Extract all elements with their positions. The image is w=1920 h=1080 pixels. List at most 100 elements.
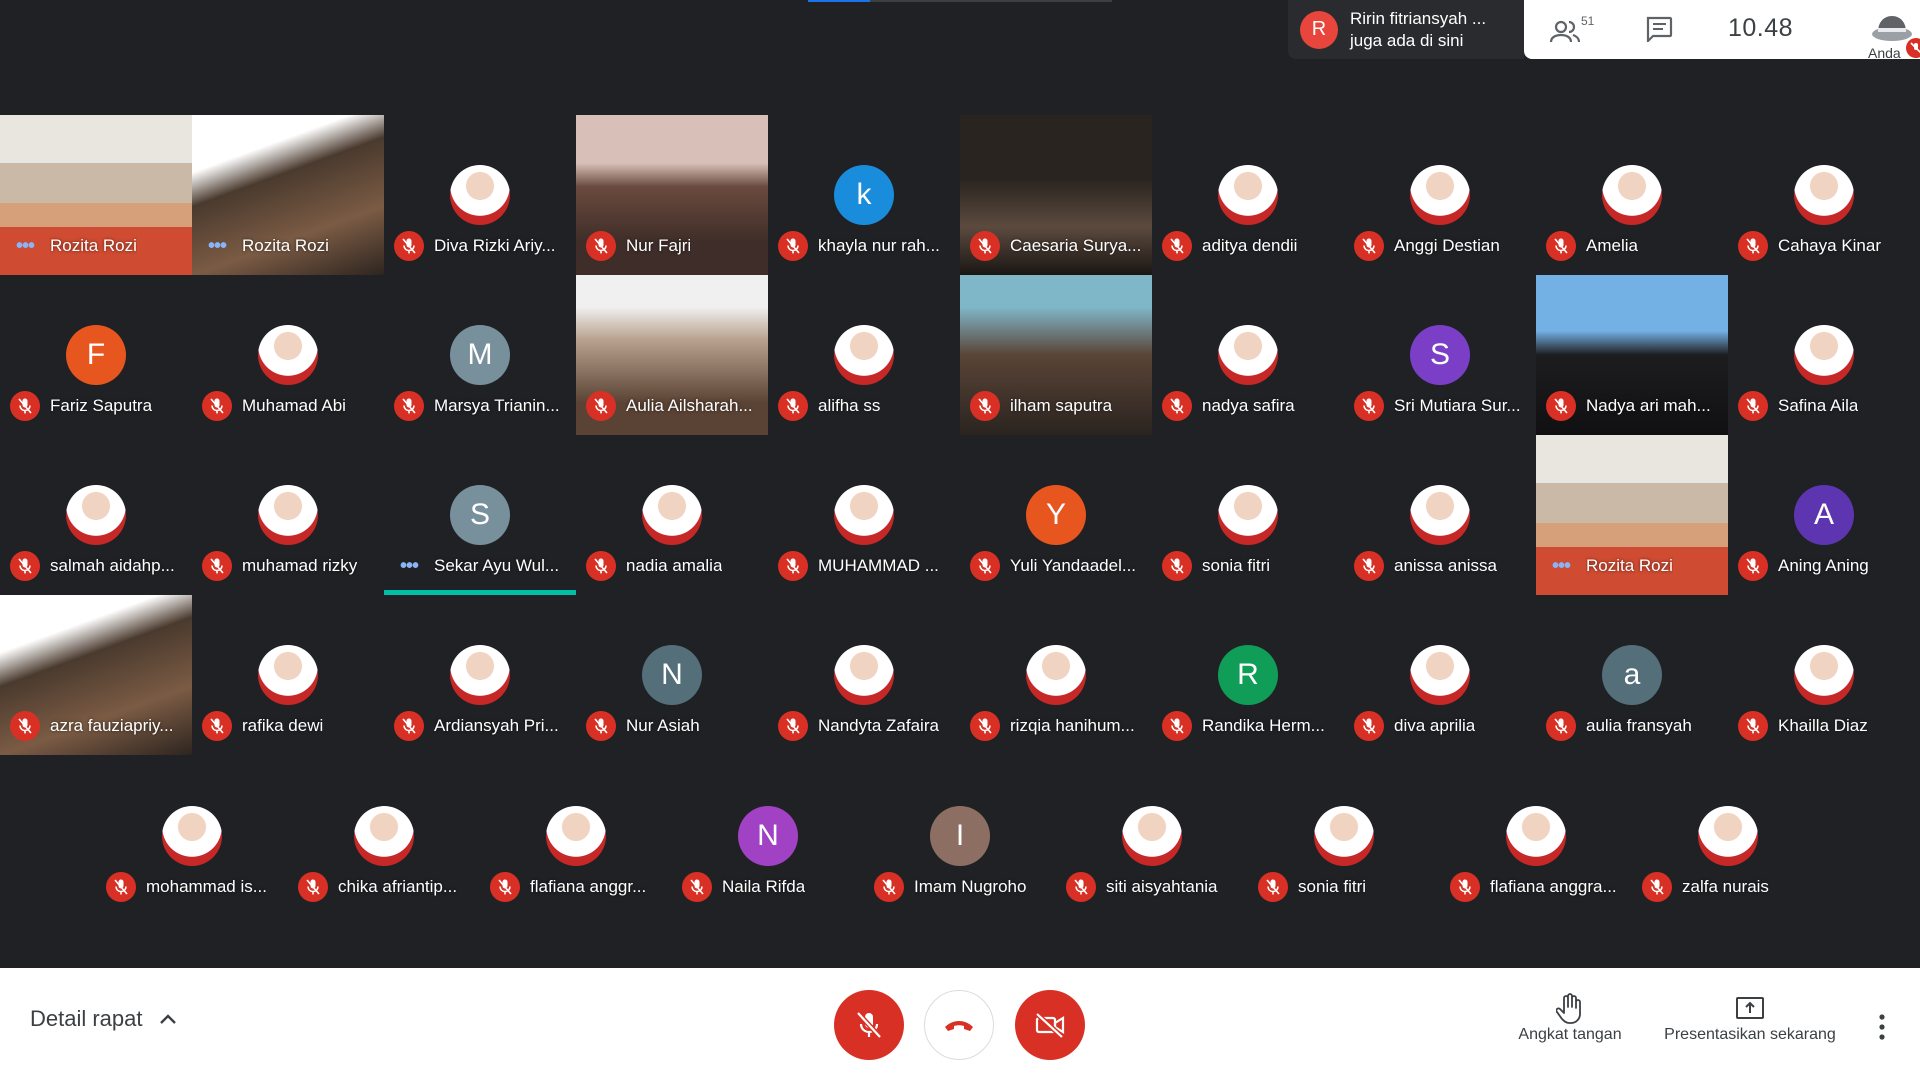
participant-tile[interactable]: k khayla nur rah... xyxy=(768,115,960,275)
mic-muted-icon xyxy=(1354,551,1384,581)
participant-tile[interactable]: MUHAMMAD ... xyxy=(768,435,960,595)
participant-tile[interactable]: nadia amalia xyxy=(576,435,768,595)
mic-off-icon xyxy=(856,1011,882,1039)
participant-tile[interactable]: anissa anissa xyxy=(1344,435,1536,595)
mic-muted-icon xyxy=(1546,711,1576,741)
participant-tile[interactable]: rizqia hanihum... xyxy=(960,595,1152,755)
present-now-label: Presentasikan sekarang xyxy=(1664,1026,1836,1043)
participant-name-tag: sonia fitri xyxy=(1258,872,1366,902)
mic-muted-icon xyxy=(394,391,424,421)
participant-name-tag: diva aprilia xyxy=(1354,711,1475,741)
camera-toggle-button[interactable] xyxy=(1015,990,1085,1060)
self-view[interactable]: Anda xyxy=(1860,6,1920,61)
participant-tile[interactable]: Anggi Destian xyxy=(1344,115,1536,275)
mic-muted-icon xyxy=(970,391,1000,421)
participant-name: zalfa nurais xyxy=(1682,877,1769,896)
join-notification[interactable]: R Ririn fitriansyah ... juga ada di sini xyxy=(1288,0,1524,59)
participant-name-tag: Khailla Diaz xyxy=(1738,711,1868,741)
participant-name-tag: Yuli Yandaadel... xyxy=(970,551,1136,581)
participant-name: Nur Fajri xyxy=(626,236,692,255)
participant-tile[interactable]: I Imam Nugroho xyxy=(864,756,1056,916)
participant-tile[interactable]: Nandyta Zafaira xyxy=(768,595,960,755)
participant-name: salmah aidahp... xyxy=(50,556,175,575)
participant-name-tag: Diva Rizki Ariy... xyxy=(394,231,556,261)
participant-name: Rozita Rozi xyxy=(1586,556,1673,575)
avatar-photo xyxy=(1794,645,1854,705)
present-now-button[interactable]: Presentasikan sekarang xyxy=(1658,990,1842,1044)
participant-tile[interactable]: Khailla Diaz xyxy=(1728,595,1920,755)
participant-tile[interactable]: azra fauziapriy... xyxy=(0,595,192,755)
participant-tile[interactable]: sonia fitri xyxy=(1248,756,1440,916)
participant-tile[interactable]: salmah aidahp... xyxy=(0,435,192,595)
participant-tile[interactable]: Aulia Ailsharah... xyxy=(576,275,768,435)
participant-name-tag: nadia amalia xyxy=(586,551,722,581)
mic-muted-icon xyxy=(1162,711,1192,741)
participant-tile[interactable]: ••• Rozita Rozi xyxy=(192,115,384,275)
participant-tile[interactable]: A Aning Aning xyxy=(1728,435,1920,595)
mic-muted-icon xyxy=(586,391,616,421)
participant-tile[interactable]: Nadya ari mah... xyxy=(1536,275,1728,435)
participant-tile[interactable]: R Randika Herm... xyxy=(1152,595,1344,755)
participant-tile[interactable]: S ••• Sekar Ayu Wul... xyxy=(384,435,576,595)
avatar-photo xyxy=(834,645,894,705)
mic-muted-icon xyxy=(1738,711,1768,741)
participant-tile[interactable]: chika afriantip... xyxy=(288,756,480,916)
participant-name-tag: Nadya ari mah... xyxy=(1546,391,1711,421)
participant-tile[interactable]: N Naila Rifda xyxy=(672,756,864,916)
avatar-photo xyxy=(66,485,126,545)
avatar-photo xyxy=(258,645,318,705)
participant-tile[interactable]: Nur Fajri xyxy=(576,115,768,275)
participant-tile[interactable]: Cahaya Kinar xyxy=(1728,115,1920,275)
participant-name-tag: Amelia xyxy=(1546,231,1638,261)
participant-tile[interactable]: zalfa nurais xyxy=(1632,756,1824,916)
participant-tile[interactable]: Ardiansyah Pri... xyxy=(384,595,576,755)
participant-tile[interactable]: alifha ss xyxy=(768,275,960,435)
participant-tile[interactable]: rafika dewi xyxy=(192,595,384,755)
participant-tile[interactable]: ••• Rozita Rozi xyxy=(1536,435,1728,595)
participant-tile[interactable]: ilham saputra xyxy=(960,275,1152,435)
participant-tile[interactable]: diva aprilia xyxy=(1344,595,1536,755)
participant-tile[interactable]: Amelia xyxy=(1536,115,1728,275)
participant-tile[interactable]: M Marsya Trianin... xyxy=(384,275,576,435)
participant-tile[interactable]: Caesaria Surya... xyxy=(960,115,1152,275)
participant-tile[interactable]: ••• Rozita Rozi xyxy=(0,115,192,275)
participant-tile[interactable]: Muhamad Abi xyxy=(192,275,384,435)
chat-button[interactable] xyxy=(1645,16,1675,44)
participant-tile[interactable]: S Sri Mutiara Sur... xyxy=(1344,275,1536,435)
mic-muted-icon xyxy=(586,551,616,581)
meeting-details-button[interactable]: Detail rapat xyxy=(30,1006,177,1032)
participant-tile[interactable]: nadya safira xyxy=(1152,275,1344,435)
mic-muted-icon xyxy=(394,231,424,261)
participant-tile[interactable]: muhamad rizky xyxy=(192,435,384,595)
avatar-initial: A xyxy=(1794,485,1854,545)
participant-tile[interactable]: a aulia fransyah xyxy=(1536,595,1728,755)
more-options-icon[interactable] xyxy=(1874,1012,1890,1042)
leave-call-button[interactable] xyxy=(924,990,994,1060)
participant-tile[interactable]: mohammad is... xyxy=(96,756,288,916)
avatar-photo xyxy=(1794,165,1854,225)
bottom-toolbar: Detail rapat Angkat tangan Presentasikan… xyxy=(0,968,1920,1080)
participant-tile[interactable]: F Fariz Saputra xyxy=(0,275,192,435)
participant-name-tag: Naila Rifda xyxy=(682,872,805,902)
people-button[interactable]: 51 xyxy=(1550,14,1594,44)
camera-off-icon xyxy=(1035,1012,1065,1039)
raise-hand-button[interactable]: Angkat tangan xyxy=(1512,990,1628,1044)
participant-name: Nur Asiah xyxy=(626,716,700,735)
avatar-photo xyxy=(1410,485,1470,545)
participant-tile[interactable]: siti aisyahtania xyxy=(1056,756,1248,916)
mic-muted-icon xyxy=(778,551,808,581)
participant-tile[interactable]: Y Yuli Yandaadel... xyxy=(960,435,1152,595)
participant-tile[interactable]: Safina Aila xyxy=(1728,275,1920,435)
microphone-toggle-button[interactable] xyxy=(834,990,904,1060)
raise-hand-label: Angkat tangan xyxy=(1518,1026,1622,1043)
participant-tile[interactable]: Diva Rizki Ariy... xyxy=(384,115,576,275)
participant-tile[interactable]: flafiana anggr... xyxy=(480,756,672,916)
participant-tile[interactable]: sonia fitri xyxy=(1152,435,1344,595)
participant-row: F Fariz Saputra Muhamad Abi M Marsya Trianin… xyxy=(0,275,1920,435)
participant-tile[interactable]: aditya dendii xyxy=(1152,115,1344,275)
mic-muted-icon xyxy=(1258,872,1288,902)
participant-tile[interactable]: N Nur Asiah xyxy=(576,595,768,755)
participant-name-tag: zalfa nurais xyxy=(1642,872,1769,902)
participant-name: Rozita Rozi xyxy=(50,236,137,255)
participant-tile[interactable]: flafiana anggra... xyxy=(1440,756,1632,916)
